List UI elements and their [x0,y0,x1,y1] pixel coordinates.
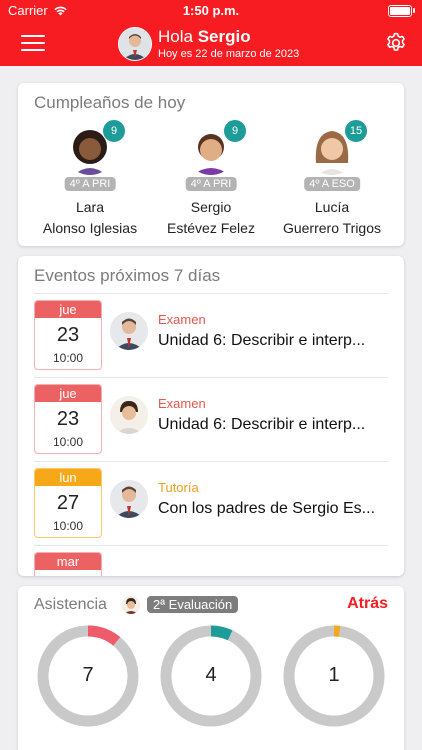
date-line: Hoy es 22 de marzo de 2023 [158,48,300,60]
event-title: Con los padres de Sergio Es... [158,500,376,517]
teacher-avatar [110,480,148,518]
battery-tip [413,8,415,13]
gear-icon[interactable] [384,31,408,55]
birthdays-card: Cumpleaños de hoy 9 4º A PRI Lara Alonso… [18,83,404,246]
menu-icon[interactable] [21,33,45,53]
grade-badge: 4º A PRI [185,177,237,191]
age-badge: 15 [344,119,368,143]
teacher-avatar [110,312,148,350]
event-item[interactable]: jue 23 10:00 Examen Unidad 6: Describir … [34,294,388,378]
back-button[interactable]: Atrás [347,595,388,613]
birthday-person[interactable]: 9 4º A PRI Sergio Estévez Felez [147,119,275,236]
event-item[interactable]: jue 23 10:00 Examen Unidad 6: Describir … [34,378,388,462]
clock: 1:50 p.m. [182,3,240,18]
attendance-card: Asistencia 2ª Evaluación Atrás 7 4 1 [18,586,404,750]
birthday-person[interactable]: 9 4º A PRI Lara Alonso Iglesias [26,119,154,236]
event-type: Examen [158,396,206,411]
greeting: Hola Sergio [158,27,251,47]
event-weekday: jue [35,301,101,318]
greeting-text: Hola [158,27,193,46]
event-item[interactable]: mar [34,546,388,576]
event-date: jue 23 10:00 [34,384,102,454]
attendance-donut[interactable]: 1 [282,624,386,728]
person-last-name: Alonso Iglesias [42,220,138,236]
attendance-donut[interactable]: 4 [159,624,263,728]
student-avatar [122,596,140,614]
person-last-name: Estévez Felez [167,220,255,236]
event-time: 10:00 [52,519,84,533]
event-date: jue 23 10:00 [34,300,102,370]
event-time: 10:00 [52,351,84,365]
event-type: Tutoría [158,480,199,495]
period-badge[interactable]: 2ª Evaluación [147,596,239,613]
user-avatar [118,27,152,61]
events-card: Eventos próximos 7 días jue 23 10:00 Exa… [18,256,404,576]
event-date: lun 27 10:00 [34,468,102,538]
donut-value: 4 [205,664,217,686]
person-first-name: Lara [75,199,105,215]
age-badge: 9 [223,119,247,143]
event-day: 23 [56,408,80,430]
donut-value: 7 [82,664,94,686]
event-time: 10:00 [52,435,84,449]
attendance-donut[interactable]: 7 [36,624,140,728]
person-first-name: Sergio [190,199,232,215]
nav-bar: Hola Sergio Hoy es 22 de marzo de 2023 [0,22,422,66]
event-title: Unidad 6: Describir e interp... [158,332,366,349]
birthday-person[interactable]: 15 4º A ESO Lucía Guerrero Trigos [268,119,396,236]
event-day: 23 [56,324,80,346]
person-last-name: Guerrero Trigos [282,220,382,236]
event-weekday: mar [35,553,101,570]
grade-badge: 4º A PRI [64,177,116,191]
event-date: mar [34,552,102,576]
attendance-title: Asistencia [34,596,107,613]
battery-icon [388,5,412,17]
person-first-name: Lucía [314,199,350,215]
event-title: Unidad 6: Describir e interp... [158,416,366,433]
event-type: Examen [158,312,206,327]
user-name: Sergio [197,27,251,46]
teacher-avatar [110,396,148,434]
event-item[interactable]: lun 27 10:00 Tutoría Con los padres de S… [34,462,388,546]
birthdays-title: Cumpleaños de hoy [34,93,186,112]
event-day: 27 [56,492,80,514]
age-badge: 9 [102,119,126,143]
event-weekday: jue [35,385,101,402]
status-bar: Carrier 1:50 p.m. [0,0,422,22]
grade-badge: 4º A ESO [304,177,360,191]
donut-value: 1 [328,664,340,686]
events-title: Eventos próximos 7 días [34,266,221,285]
event-weekday: lun [35,469,101,486]
